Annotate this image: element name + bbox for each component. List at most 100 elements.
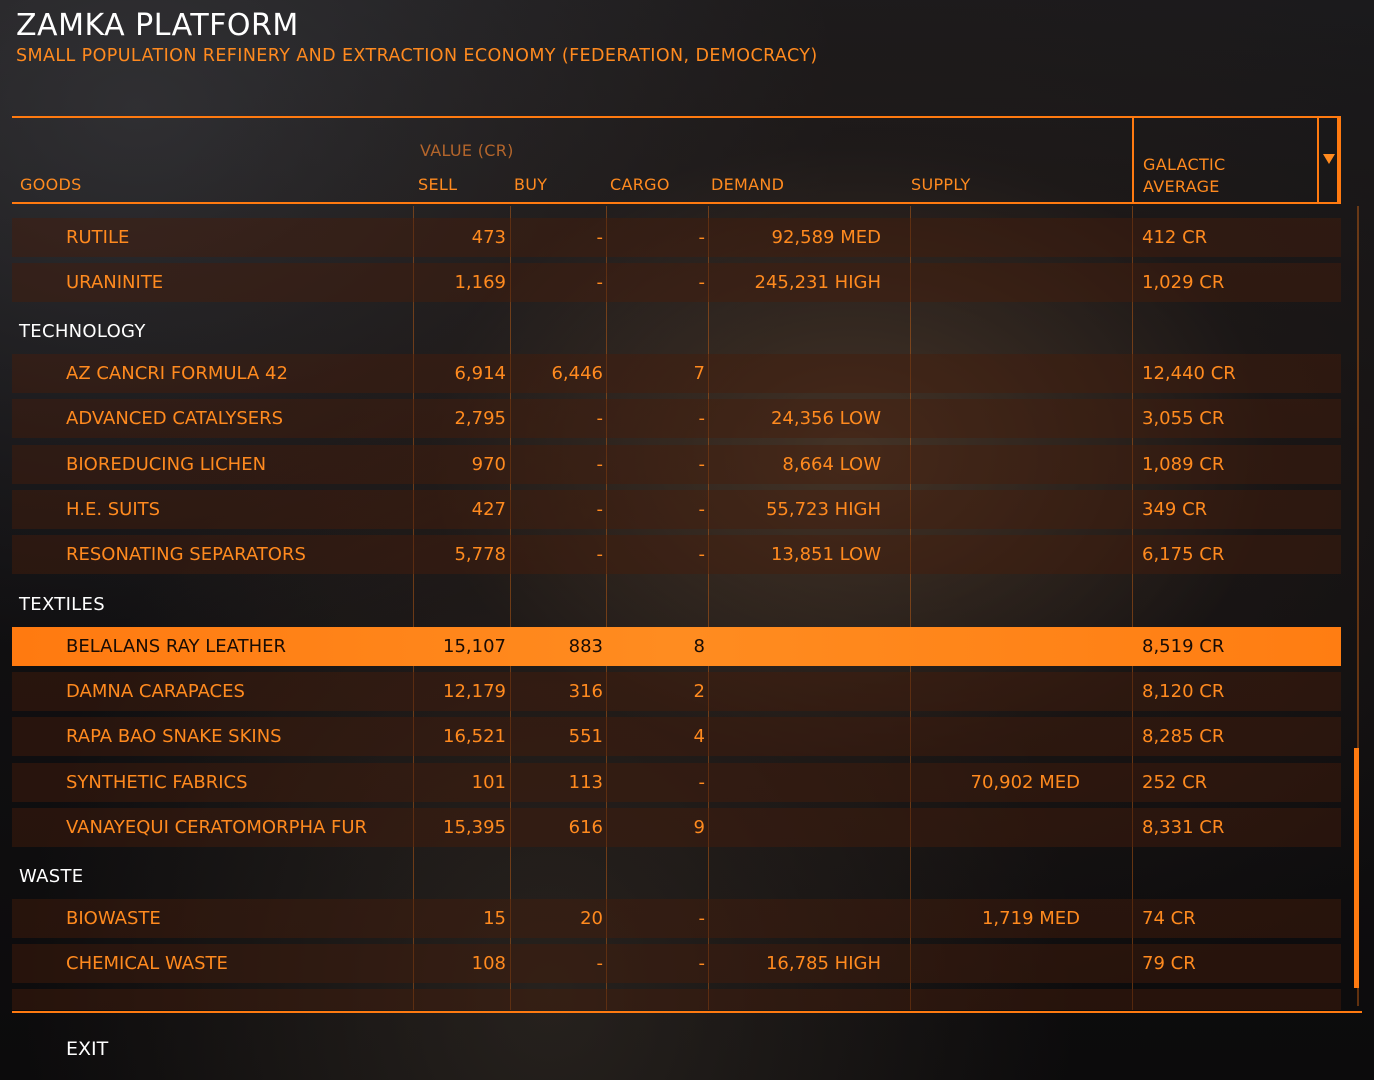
header-divider <box>12 202 1341 204</box>
galactic-average-value: 74 CR <box>1142 908 1196 929</box>
cargo-count: - <box>698 272 706 293</box>
galactic-average-value: 349 CR <box>1142 499 1208 520</box>
galactic-average-value: 79 CR <box>1142 953 1196 974</box>
table-row[interactable]: VANAYEQUI CERATOMORPHA FUR 15,395 616 9 … <box>12 808 1341 847</box>
cargo-count: - <box>698 454 706 475</box>
column-separator <box>510 206 511 1010</box>
commodity-name: RAPA BAO SNAKE SKINS <box>66 726 282 747</box>
buy-price: - <box>596 272 604 293</box>
demand-value: 92,589 MED <box>771 227 881 248</box>
value-group-header: VALUE (CR) <box>420 141 514 160</box>
cargo-count: - <box>698 544 706 565</box>
sell-price: 427 <box>471 499 506 520</box>
sell-price: 15 <box>483 908 506 929</box>
cargo-count: 9 <box>693 817 705 838</box>
buy-price: 316 <box>568 681 603 702</box>
galactic-average-value: 8,120 CR <box>1142 681 1225 702</box>
table-row[interactable]: URANINITE 1,169 - - 245,231 HIGH 1,029 C… <box>12 263 1341 302</box>
buy-price: - <box>596 544 604 565</box>
sell-price: 1,169 <box>454 272 506 293</box>
buy-price: 883 <box>568 636 603 657</box>
sell-column-header[interactable]: SELL <box>418 175 457 194</box>
demand-value: 55,723 HIGH <box>765 499 881 520</box>
commodity-name: DAMNA CARAPACES <box>66 681 245 702</box>
cargo-count: 2 <box>693 681 705 702</box>
buy-price: - <box>596 953 604 974</box>
commodity-name: H.E. SUITS <box>66 499 161 520</box>
category-textiles: TEXTILES <box>19 594 105 615</box>
galactic-average-label-2: AVERAGE <box>1143 177 1220 196</box>
cargo-count: - <box>698 227 706 248</box>
demand-column-header[interactable]: DEMAND <box>711 175 784 194</box>
sell-price: 2,795 <box>454 408 506 429</box>
cargo-count: - <box>698 408 706 429</box>
column-separator <box>413 206 414 1010</box>
column-separator <box>1132 206 1133 1010</box>
cargo-count: - <box>698 499 706 520</box>
table-row[interactable]: ADVANCED CATALYSERS 2,795 - - 24,356 LOW… <box>12 399 1341 438</box>
station-description: SMALL POPULATION REFINERY AND EXTRACTION… <box>16 46 818 66</box>
cargo-count: 7 <box>693 363 705 384</box>
scrollbar-thumb[interactable] <box>1354 748 1359 988</box>
table-row[interactable]: SYNTHETIC FABRICS 101 113 - 70,902 MED 2… <box>12 763 1341 802</box>
commodity-name: SYNTHETIC FABRICS <box>66 772 248 793</box>
galactic-average-value: 8,519 CR <box>1142 636 1225 657</box>
commodity-name: RUTILE <box>66 227 130 248</box>
buy-column-header[interactable]: BUY <box>514 175 547 194</box>
cargo-count: - <box>698 953 706 974</box>
table-row[interactable]: RAPA BAO SNAKE SKINS 16,521 551 4 8,285 … <box>12 717 1341 756</box>
buy-price: 616 <box>568 817 603 838</box>
table-row[interactable]: BIOWASTE 15 20 - 1,719 MED 74 CR <box>12 899 1341 938</box>
table-row[interactable]: CHEMICAL WASTE 108 - - 16,785 HIGH 79 CR <box>12 944 1341 983</box>
table-row[interactable]: H.E. SUITS 427 - - 55,723 HIGH 349 CR <box>12 490 1341 529</box>
goods-column-header[interactable]: GOODS <box>20 175 82 194</box>
buy-price: - <box>596 454 604 475</box>
table-row-selected[interactable]: BELALANS RAY LEATHER 15,107 883 8 8,519 … <box>12 627 1341 666</box>
table-row-partial[interactable] <box>12 989 1341 1010</box>
table-row[interactable]: AZ CANCRI FORMULA 42 6,914 6,446 7 12,44… <box>12 354 1341 393</box>
commodity-name: BIOWASTE <box>66 908 161 929</box>
galactic-average-value: 3,055 CR <box>1142 408 1225 429</box>
station-name: ZAMKA PLATFORM <box>16 8 299 43</box>
table-row[interactable]: RUTILE 473 - - 92,589 MED 412 CR <box>12 218 1341 257</box>
buy-price: - <box>596 227 604 248</box>
sell-price: 15,107 <box>443 636 506 657</box>
galactic-average-value: 12,440 CR <box>1142 363 1236 384</box>
table-row[interactable]: DAMNA CARAPACES 12,179 316 2 8,120 CR <box>12 672 1341 711</box>
cargo-count: 8 <box>693 636 705 657</box>
column-separator <box>606 206 607 1010</box>
galactic-average-value: 412 CR <box>1142 227 1208 248</box>
sort-dropdown-button[interactable] <box>1317 116 1341 204</box>
galactic-average-label-1: GALACTIC <box>1143 155 1226 174</box>
sell-price: 12,179 <box>443 681 506 702</box>
column-separator <box>910 206 911 1010</box>
sell-price: 15,395 <box>443 817 506 838</box>
commodity-name: BIOREDUCING LICHEN <box>66 454 267 475</box>
buy-price: 551 <box>568 726 603 747</box>
supply-value: 70,902 MED <box>970 772 1080 793</box>
cargo-column-header[interactable]: CARGO <box>610 175 670 194</box>
category-waste: WASTE <box>19 866 84 887</box>
sell-price: 970 <box>471 454 506 475</box>
sell-price: 16,521 <box>443 726 506 747</box>
commodities-table: RUTILE 473 - - 92,589 MED 412 CR URANINI… <box>12 206 1341 1010</box>
galactic-average-value: 1,089 CR <box>1142 454 1225 475</box>
cargo-count: 4 <box>693 726 705 747</box>
buy-price: 113 <box>568 772 603 793</box>
supply-column-header[interactable]: SUPPLY <box>911 175 971 194</box>
buy-price: 6,446 <box>551 363 603 384</box>
cargo-count: - <box>698 908 706 929</box>
category-technology: TECHNOLOGY <box>19 321 146 342</box>
commodity-name: BELALANS RAY LEATHER <box>66 636 286 657</box>
triangle-down-icon <box>1323 154 1335 164</box>
exit-button[interactable]: EXIT <box>66 1038 108 1060</box>
galactic-average-column-header[interactable]: GALACTIC AVERAGE <box>1143 154 1226 198</box>
commodity-name: VANAYEQUI CERATOMORPHA FUR <box>66 817 368 838</box>
table-row[interactable]: RESONATING SEPARATORS 5,778 - - 13,851 L… <box>12 535 1341 574</box>
commodity-name: ADVANCED CATALYSERS <box>66 408 284 429</box>
galactic-average-value: 8,331 CR <box>1142 817 1225 838</box>
commodity-name: URANINITE <box>66 272 164 293</box>
galactic-average-value: 252 CR <box>1142 772 1208 793</box>
commodity-name: CHEMICAL WASTE <box>66 953 228 974</box>
table-row[interactable]: BIOREDUCING LICHEN 970 - - 8,664 LOW 1,0… <box>12 445 1341 484</box>
